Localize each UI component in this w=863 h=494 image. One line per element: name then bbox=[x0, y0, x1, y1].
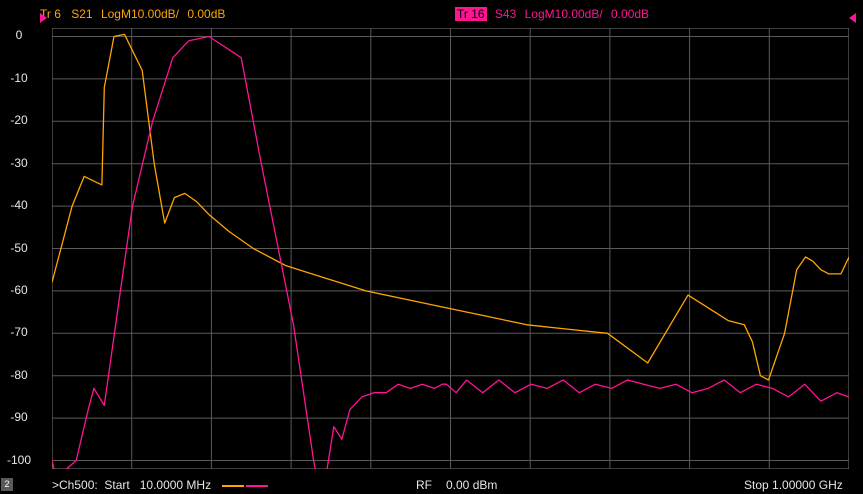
channel-start-text[interactable]: >Ch500: Start 10.0000 MHz bbox=[52, 478, 211, 492]
y-tick-label: -30 bbox=[10, 155, 28, 170]
reference-marker-left-icon[interactable] bbox=[40, 13, 47, 23]
y-tick-label: -10 bbox=[10, 70, 28, 85]
y-tick-label: 0 bbox=[15, 28, 23, 43]
y-tick-label: -20 bbox=[10, 113, 28, 128]
y-tick-label: -100 bbox=[6, 452, 32, 467]
trace-scale-2: 10.00dB/ bbox=[554, 7, 603, 21]
y-tick-label: -50 bbox=[10, 240, 28, 255]
reference-marker-right-icon[interactable] bbox=[849, 13, 856, 23]
vna-screen: Tr 6 S21 LogM10.00dB/ 0.00dB Tr 16 S43 L… bbox=[0, 0, 863, 494]
trace-format-2: LogM bbox=[524, 7, 555, 21]
y-tick-label: -90 bbox=[10, 410, 28, 425]
trace-header-2[interactable]: Tr 16 S43 LogM10.00dB/ 0.00dB bbox=[455, 7, 654, 21]
trace-param-1: S21 bbox=[71, 7, 93, 21]
rf-label: RF bbox=[416, 478, 432, 492]
trace-tag-2: Tr 16 bbox=[455, 7, 487, 21]
trace-param-2: S43 bbox=[494, 7, 517, 21]
status-bar: 2 >Ch500: Start 10.0000 MHz RF 0.00 dBm … bbox=[0, 471, 863, 494]
trace-header-1[interactable]: Tr 6 S21 LogM10.00dB/ 0.00dB bbox=[38, 7, 230, 21]
plot-area[interactable] bbox=[52, 28, 849, 469]
trace-ref-1: 0.00dB bbox=[187, 7, 226, 21]
trace-format-1: LogM bbox=[100, 7, 131, 21]
trace-scale-1: 10.00dB/ bbox=[130, 7, 180, 21]
y-tick-label: -60 bbox=[10, 282, 28, 297]
y-tick-label: -70 bbox=[10, 325, 28, 340]
trace-legend-line-1 bbox=[222, 485, 244, 487]
rf-power-value[interactable]: 0.00 dBm bbox=[446, 478, 497, 492]
channel-window-badge[interactable]: 2 bbox=[1, 478, 13, 491]
y-tick-label: -80 bbox=[10, 367, 28, 382]
trace-legend-line-2 bbox=[246, 485, 268, 487]
trace-ref-2: 0.00dB bbox=[611, 7, 650, 21]
y-tick-label: -40 bbox=[10, 198, 28, 213]
stop-frequency-text[interactable]: Stop 1.00000 GHz bbox=[744, 478, 843, 492]
